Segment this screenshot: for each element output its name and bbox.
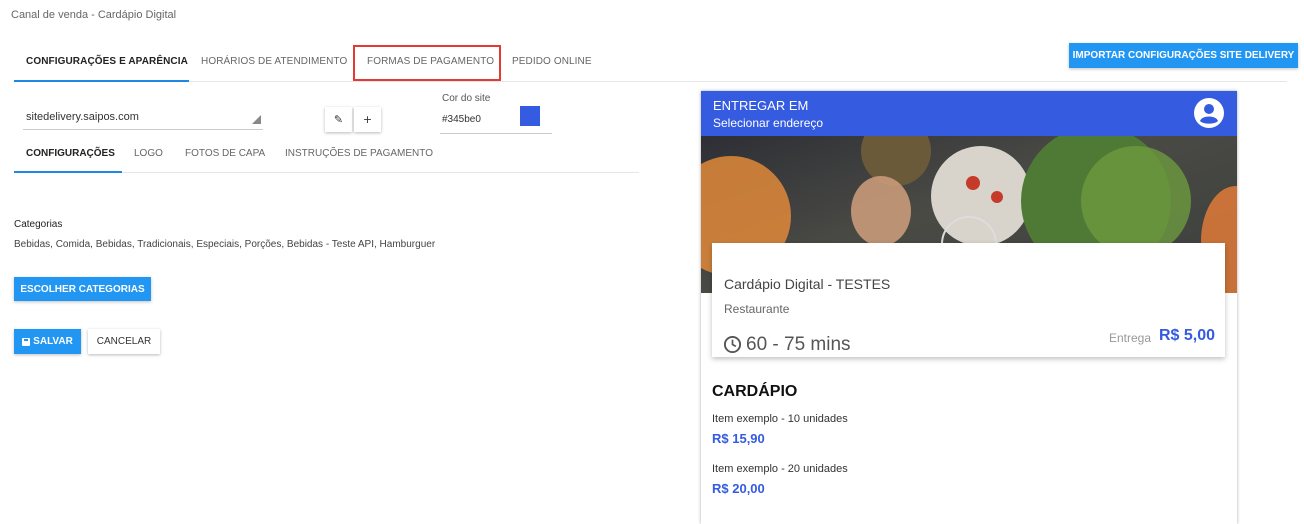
floppy-icon [22,337,31,346]
subtab-instrucoes-pagamento[interactable]: INSTRUÇÕES DE PAGAMENTO [285,137,433,173]
categories-label: Categorias [14,219,63,230]
edit-site-button[interactable]: ✎ [325,107,352,132]
cover-shape-tomato-2 [991,191,1003,203]
site-select-value: sitedelivery.saipos.com [26,111,139,123]
color-label: Cor do site [442,93,491,104]
add-site-button[interactable]: + [354,107,381,132]
account-icon[interactable] [1194,98,1224,128]
deliver-label: ENTREGAR EM [713,98,809,113]
menu-title: CARDÁPIO [712,383,798,400]
site-select[interactable]: sitedelivery.saipos.com [23,106,263,130]
preview-header: ENTREGAR EM Selecionar endereço [701,91,1237,136]
delivery-time: 60 - 75 mins [746,334,851,355]
choose-categories-button[interactable]: ESCOLHER CATEGORIAS [14,277,151,301]
tab-pedido-online[interactable]: PEDIDO ONLINE [512,42,592,82]
sub-tabs: CONFIGURAÇÕES LOGO FOTOS DE CAPA INSTRUÇ… [14,137,639,173]
site-preview: ENTREGAR EM Selecionar endereço Cardápio… [701,91,1237,524]
delivery-label: Entrega [1109,331,1152,345]
tab-configuracoes-aparencia[interactable]: CONFIGURAÇÕES E APARÊNCIA [14,42,189,82]
subtab-configuracoes[interactable]: CONFIGURAÇÕES [14,137,122,173]
categories-list: Bebidas, Comida, Bebidas, Tradicionais, … [14,239,436,250]
delivery-price: R$ 5,00 [1159,327,1216,344]
cancel-button[interactable]: CANCELAR [88,329,160,354]
select-address-link[interactable]: Selecionar endereço [713,116,823,130]
subtab-logo[interactable]: LOGO [134,137,163,173]
restaurant-name: Cardápio Digital - TESTES [724,276,891,292]
tab-highlight-box [353,45,501,81]
save-button-label: SALVAR [33,336,73,347]
cover-shape-tomato [966,176,980,190]
menu-item-name[interactable]: Item exemplo - 20 unidades [712,463,848,475]
cover-shape-hand [851,176,911,246]
pencil-icon: ✎ [333,113,344,126]
select-caret-icon [252,115,261,124]
cover-shape-salad [1081,146,1191,256]
import-settings-button[interactable]: IMPORTAR CONFIGURAÇÕES SITE DELIVERY [1069,43,1298,68]
color-swatch[interactable] [520,106,540,126]
save-button[interactable]: SALVAR [14,329,81,354]
menu-item-price: R$ 20,00 [712,481,765,496]
subtab-fotos-capa[interactable]: FOTOS DE CAPA [185,137,265,173]
clock-icon [723,335,742,354]
plus-icon: + [362,113,373,126]
restaurant-info-card: Cardápio Digital - TESTES Restaurante 60… [712,243,1225,357]
restaurant-type: Restaurante [724,302,790,316]
menu-item-name[interactable]: Item exemplo - 10 unidades [712,413,848,425]
menu-item-price: R$ 15,90 [712,431,765,446]
page-title: Canal de venda - Cardápio Digital [11,9,177,21]
tab-horarios-atendimento[interactable]: HORÁRIOS DE ATENDIMENTO [201,42,347,82]
